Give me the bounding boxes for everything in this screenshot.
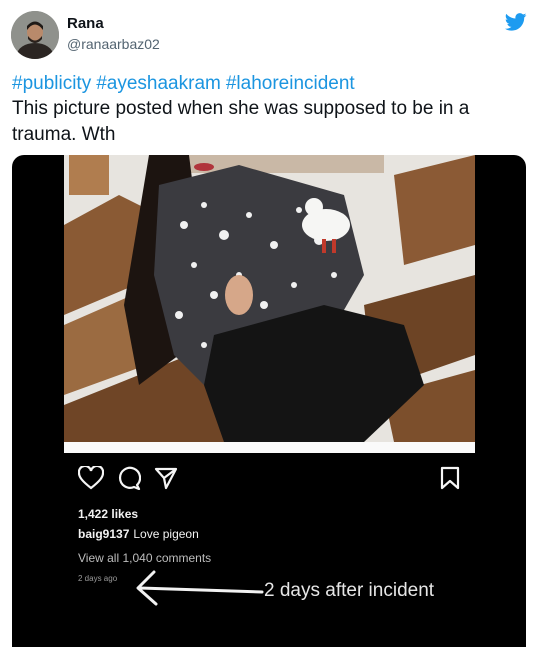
hashtag-line: #publicity #ayeshaakram #lahoreincident <box>12 72 360 96</box>
tweet-text: This picture posted when she was suppose… <box>12 98 470 145</box>
post-timestamp: 2 days ago <box>78 574 118 583</box>
annotation-arrow <box>134 566 266 615</box>
avatar[interactable] <box>11 11 59 59</box>
hashtag-link[interactable]: #ayeshaakram <box>96 73 221 94</box>
heart-icon[interactable] <box>77 464 105 495</box>
hashtag-link[interactable]: #lahoreincident <box>226 73 355 94</box>
bookmark-icon[interactable] <box>440 466 460 495</box>
author-display-name[interactable]: Rana <box>67 15 104 32</box>
post-action-bar <box>77 464 462 495</box>
twitter-bird-icon[interactable] <box>504 13 527 31</box>
hashtag-link[interactable]: #publicity <box>12 73 91 94</box>
tweet-card: Rana @ranaarbaz02 #publicity #ayeshaakram… <box>0 0 548 647</box>
view-all-comments-link[interactable]: View all 1,040 comments <box>78 551 211 565</box>
annotation-label: 2 days after incident <box>264 580 435 601</box>
caption-username[interactable]: baig9137 <box>78 527 129 541</box>
post-caption: baig9137 Love pigeon <box>78 527 199 541</box>
caption-text: Love pigeon <box>133 527 199 541</box>
post-photo <box>64 155 475 453</box>
author-handle[interactable]: @ranaarbaz02 <box>67 36 160 52</box>
send-icon[interactable] <box>154 466 178 495</box>
tweet-media[interactable]: 1,422 likes baig9137 Love pigeon View all… <box>12 155 526 647</box>
likes-count[interactable]: 1,422 likes <box>78 507 138 521</box>
comment-bubble-icon[interactable] <box>117 466 142 495</box>
